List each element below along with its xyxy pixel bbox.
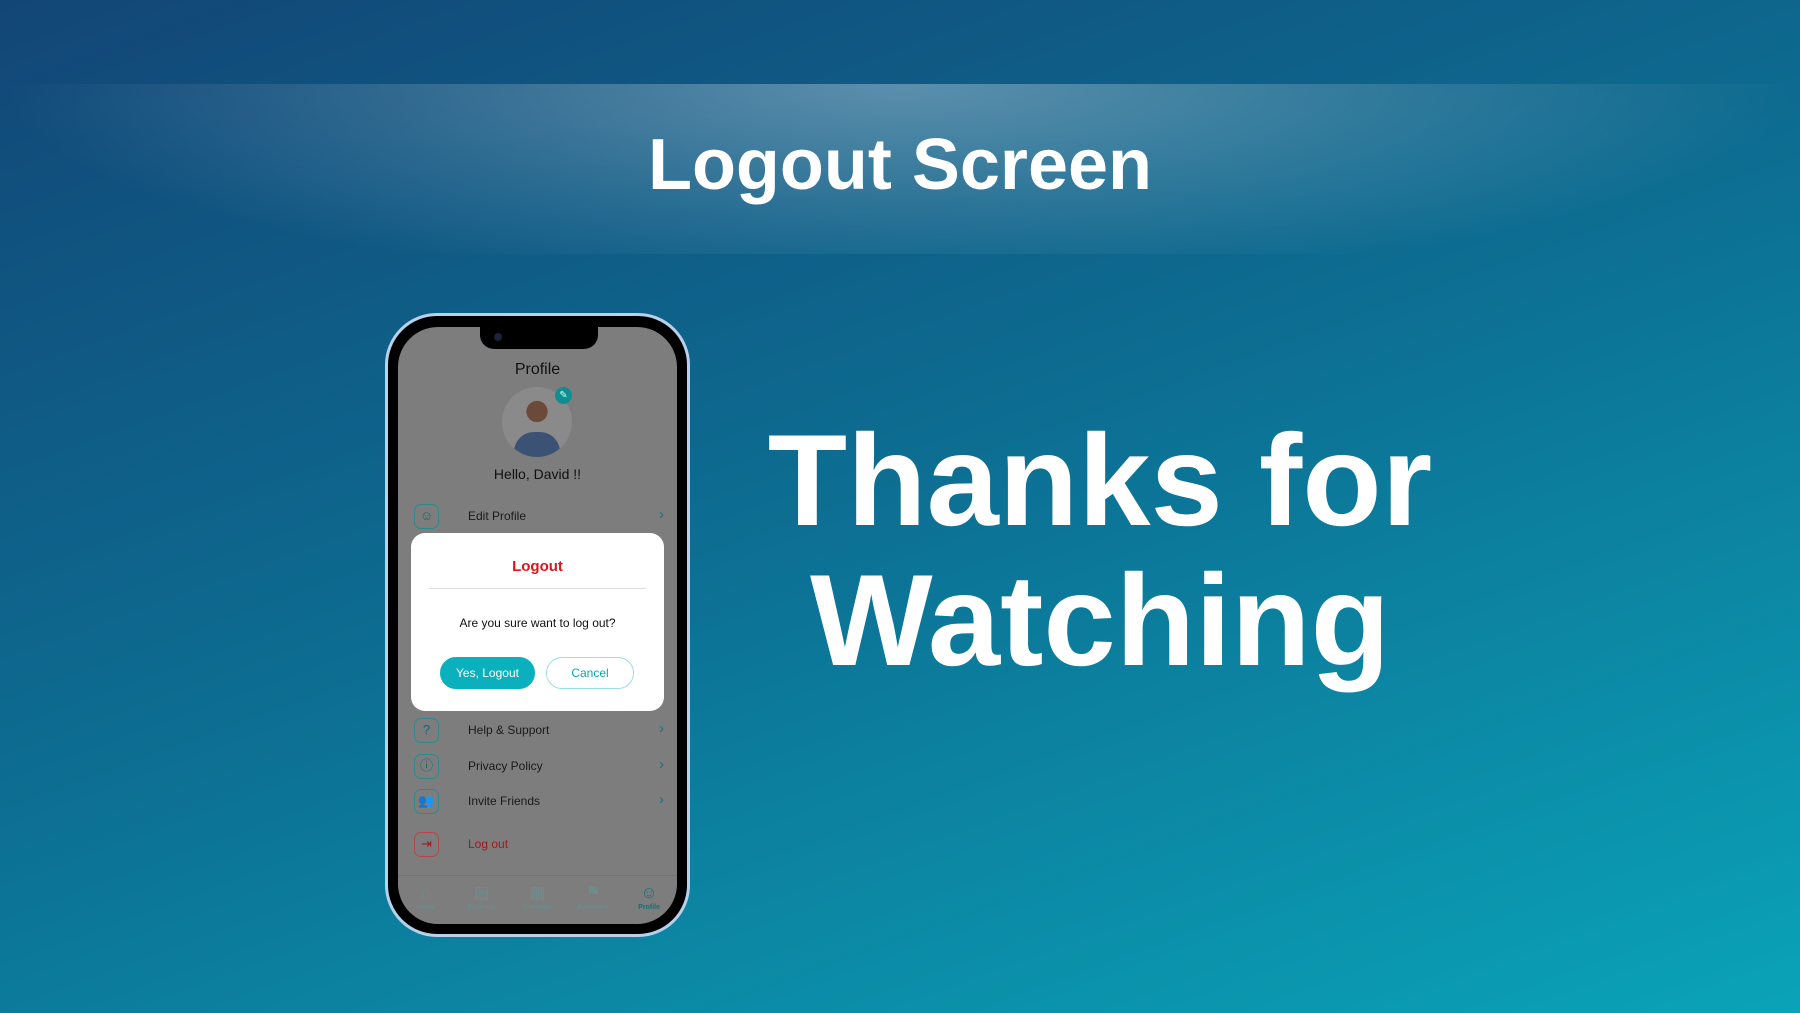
menu-label: Privacy Policy [468,759,543,773]
page-title: Profile [514,361,561,378]
menu-item-edit-profile[interactable]: ☺ Edit Profile › [414,504,664,530]
confirm-logout-button[interactable]: Yes, Logout [440,657,535,689]
nav-calendar[interactable]: ▦ Calender [510,876,566,924]
menu-label: Log out [468,837,509,851]
menu-label: Edit Profile [468,509,527,523]
info-icon: ⓘ [414,754,439,779]
user-icon: ☺ [414,504,439,529]
chevron-right-icon: › [659,756,664,773]
bookmark-icon: ⚑ [585,883,601,902]
greeting: Hello, David !! [493,466,582,482]
help-icon: ? [414,718,439,743]
home-icon: ⌂ [420,883,432,902]
nav-label: Home [416,904,436,911]
menu-item-help-support[interactable]: ? Help & Support › [414,718,664,744]
nav-profile[interactable]: ☺ Profile [621,876,677,924]
nav-home[interactable]: ⌂ Home [398,876,454,924]
menu-item-invite-friends[interactable]: 👥 Invite Friends › [414,789,664,815]
chevron-right-icon: › [659,720,664,737]
menu-item-logout[interactable]: ⇥ Log out [414,832,664,858]
menu-item-privacy-policy[interactable]: ⓘ Privacy Policy › [414,754,664,780]
logout-icon: ⇥ [414,832,439,857]
nav-bookmark[interactable]: ⚑ Bookmark [565,876,621,924]
bookings-icon: ▤ [473,883,490,902]
chevron-right-icon: › [659,506,664,523]
menu-label: Help & Support [468,723,550,737]
slide-title: Logout Screen [647,125,1153,205]
profile-icon: ☺ [640,883,658,902]
bottom-nav: ⌂ Home ▤ Bookings ▦ Calender ⚑ Bookmark ☺ Pro… [398,875,677,924]
nav-label: Bookings [467,904,497,911]
users-icon: 👥 [414,789,439,814]
edit-avatar-pencil-icon[interactable]: ✎ [555,387,572,404]
chevron-right-icon: › [659,791,664,808]
title-banner: Logout Screen [0,84,1800,254]
nav-bookings[interactable]: ▤ Bookings [454,876,510,924]
nav-label: Calender [523,904,552,911]
dialog-message: Are you sure want to log out? [459,616,616,630]
nav-label: Bookmark [577,904,610,911]
cancel-button[interactable]: Cancel [546,657,634,689]
dialog-title: Logout [512,558,563,575]
camera-icon [494,333,502,341]
divider [429,588,646,589]
menu-label: Invite Friends [468,794,541,808]
calendar-icon: ▦ [529,883,546,902]
notch [480,327,598,349]
thanks-text: Thanks for Watching [700,410,1500,690]
nav-label: Profile [638,904,660,911]
thanks-line-2: Watching [809,547,1391,693]
thanks-line-1: Thanks for [767,407,1433,553]
logout-dialog: Logout Are you sure want to log out? Yes… [411,533,664,711]
